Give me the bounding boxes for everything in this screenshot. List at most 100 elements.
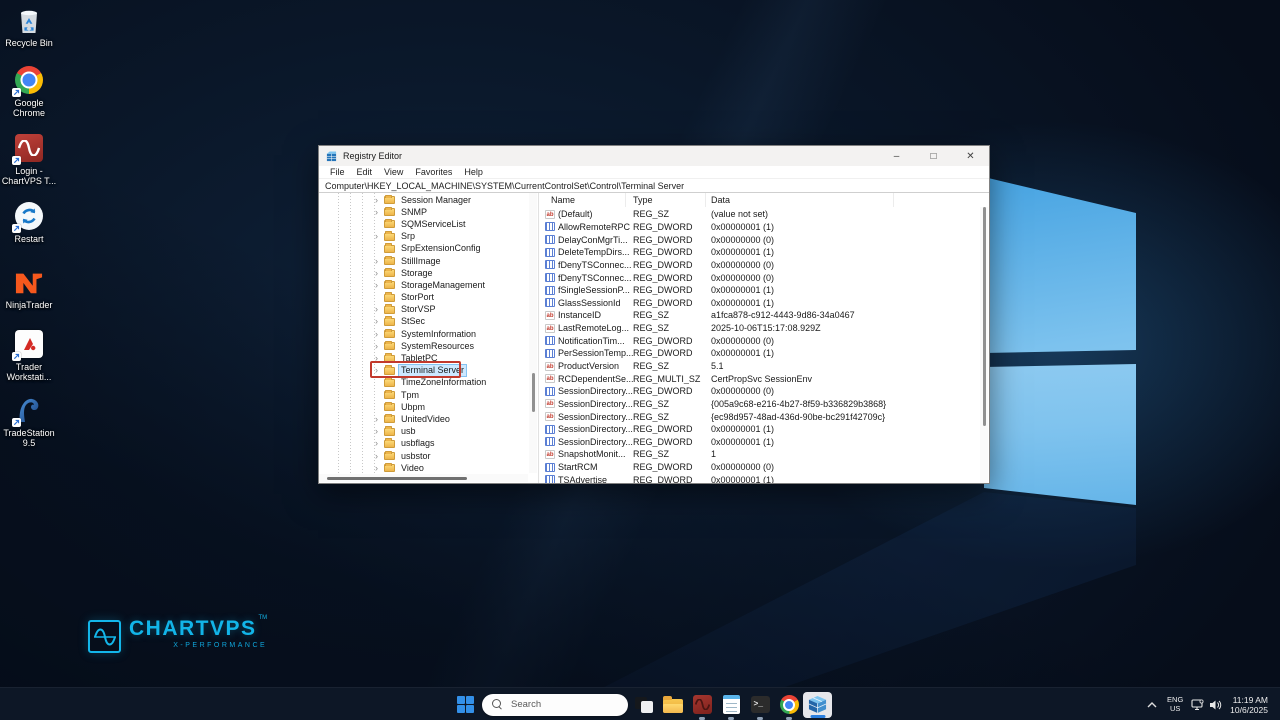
chevron-right-icon[interactable]: › (375, 464, 384, 473)
notepad-button[interactable] (718, 692, 744, 718)
desktop-icon-recycle-bin[interactable]: Recycle Bin (0, 4, 58, 48)
menu-file[interactable]: File (324, 167, 351, 177)
chevron-right-icon[interactable]: › (375, 415, 384, 424)
tree-item-srpextensionconfig[interactable]: SrpExtensionConfig (319, 243, 529, 255)
chevron-right-icon[interactable]: › (375, 305, 384, 314)
tree-item-storagemanagement[interactable]: ›StorageManagement (319, 279, 529, 291)
registry-value-row[interactable]: ab(Default)REG_SZ(value not set) (539, 208, 980, 221)
desktop-icon-tradestation[interactable]: TradeStation 9.5 (0, 394, 58, 448)
clock[interactable]: 11:19 AM 10/6/2025 (1230, 695, 1268, 715)
tree-item-tabletpc[interactable]: ›TabletPC (319, 352, 529, 364)
registry-value-row[interactable]: abSessionDirectory...REG_SZ{ec98d957-48a… (539, 410, 980, 423)
close-button[interactable]: ✕ (952, 146, 989, 166)
tree-item-usbstor[interactable]: ›usbstor (319, 450, 529, 462)
registry-value-row[interactable]: AllowRemoteRPCREG_DWORD0x00000001 (1) (539, 221, 980, 234)
registry-editor-taskbar-button[interactable] (803, 692, 832, 718)
chevron-right-icon[interactable]: › (375, 208, 384, 217)
tree-item-srp[interactable]: ›Srp (319, 231, 529, 243)
registry-tree-pane[interactable]: ›Session Manager›SNMPSQMServiceList›SrpS… (319, 193, 539, 483)
registry-value-row[interactable]: GlassSessionIdREG_DWORD0x00000001 (1) (539, 296, 980, 309)
column-header-name[interactable]: Name (539, 193, 626, 207)
chevron-right-icon[interactable]: › (375, 196, 384, 205)
volume-icon[interactable] (1206, 699, 1224, 711)
chevron-right-icon[interactable]: › (375, 366, 384, 375)
chevron-right-icon[interactable]: › (375, 354, 384, 363)
window-titlebar[interactable]: Registry Editor – □ ✕ (319, 146, 989, 166)
desktop-icon-google-chrome[interactable]: Google Chrome (0, 64, 58, 118)
file-explorer-button[interactable] (660, 692, 686, 718)
tree-item-usbflags[interactable]: ›usbflags (319, 438, 529, 450)
registry-value-row[interactable]: abRCDependentSe...REG_MULTI_SZCertPropSv… (539, 372, 980, 385)
registry-value-row[interactable]: abLastRemoteLog...REG_SZ2025-10-06T15:17… (539, 322, 980, 335)
registry-value-row[interactable]: SessionDirectory...REG_DWORD0x00000000 (… (539, 385, 980, 398)
address-bar[interactable]: Computer\HKEY_LOCAL_MACHINE\SYSTEM\Curre… (319, 179, 989, 193)
chevron-right-icon[interactable]: › (375, 269, 384, 278)
tree-vertical-scrollbar[interactable] (529, 193, 537, 473)
start-button[interactable] (452, 692, 478, 718)
registry-value-row[interactable]: abInstanceIDREG_SZa1fca878-c912-4443-9d8… (539, 309, 980, 322)
chevron-right-icon[interactable]: › (375, 427, 384, 436)
desktop-icon-restart[interactable]: Restart (0, 200, 58, 244)
search-input[interactable]: Search (482, 694, 628, 716)
registry-value-row[interactable]: SessionDirectory...REG_DWORD0x00000001 (… (539, 436, 980, 449)
registry-value-row[interactable]: fDenyTSConnec...REG_DWORD0x00000000 (0) (539, 271, 980, 284)
tree-item-storage[interactable]: ›Storage (319, 267, 529, 279)
chevron-right-icon[interactable]: › (375, 342, 384, 351)
chrome-button[interactable] (776, 692, 802, 718)
hidden-icons-chevron[interactable] (1142, 702, 1162, 708)
tree-item-usb[interactable]: ›usb (319, 426, 529, 438)
tree-item-terminal-server[interactable]: ›Terminal Server (319, 365, 529, 377)
desktop-icon-login-chartvps[interactable]: Login - ChartVPS T... (0, 132, 58, 186)
tree-item-storport[interactable]: StorPort (319, 292, 529, 304)
registry-values-pane[interactable]: Name Type Data ab(Default)REG_SZ(value n… (539, 193, 989, 483)
menu-help[interactable]: Help (458, 167, 489, 177)
menu-favorites[interactable]: Favorites (409, 167, 458, 177)
minimize-button[interactable]: – (878, 146, 915, 166)
chevron-right-icon[interactable]: › (375, 232, 384, 241)
tree-horizontal-scrollbar[interactable] (319, 474, 528, 482)
tree-item-session-manager[interactable]: ›Session Manager (319, 194, 529, 206)
list-vertical-scrollbar[interactable] (980, 207, 988, 483)
network-icon[interactable] (1188, 699, 1206, 711)
tree-item-systeminformation[interactable]: ›SystemInformation (319, 328, 529, 340)
desktop-icon-ninjatrader[interactable]: NinjaTrader (0, 266, 58, 310)
registry-value-row[interactable]: DeleteTempDirs...REG_DWORD0x00000001 (1) (539, 246, 980, 259)
registry-value-row[interactable]: abProductVersionREG_SZ5.1 (539, 360, 980, 373)
language-indicator[interactable]: ENG US (1162, 696, 1188, 713)
tree-item-unitedvideo[interactable]: ›UnitedVideo (319, 413, 529, 425)
chevron-right-icon[interactable]: › (375, 452, 384, 461)
tree-item-stillimage[interactable]: ›StillImage (319, 255, 529, 267)
tree-item-storvsp[interactable]: ›StorVSP (319, 304, 529, 316)
tree-item-video[interactable]: ›Video (319, 462, 529, 474)
menu-view[interactable]: View (378, 167, 409, 177)
tree-item-sqmservicelist[interactable]: SQMServiceList (319, 218, 529, 230)
registry-value-row[interactable]: fSingleSessionP...REG_DWORD0x00000001 (1… (539, 284, 980, 297)
registry-value-row[interactable]: fDenyTSConnec...REG_DWORD0x00000000 (0) (539, 259, 980, 272)
chevron-right-icon[interactable]: › (375, 317, 384, 326)
registry-value-row[interactable]: TSAdvertiseREG_DWORD0x00000001 (1) (539, 473, 980, 483)
tree-item-timezoneinformation[interactable]: TimeZoneInformation (319, 377, 529, 389)
chevron-right-icon[interactable]: › (375, 330, 384, 339)
tree-item-snmp[interactable]: ›SNMP (319, 206, 529, 218)
task-view-button[interactable] (631, 692, 657, 718)
registry-value-row[interactable]: NotificationTim...REG_DWORD0x00000000 (0… (539, 334, 980, 347)
column-header-type[interactable]: Type (626, 193, 706, 207)
tree-item-stsec[interactable]: ›StSec (319, 316, 529, 328)
registry-value-row[interactable]: PerSessionTemp...REG_DWORD0x00000001 (1) (539, 347, 980, 360)
menu-edit[interactable]: Edit (351, 167, 379, 177)
chevron-right-icon[interactable]: › (375, 439, 384, 448)
registry-value-row[interactable]: abSnapshotMonit...REG_SZ1 (539, 448, 980, 461)
desktop-icon-trader-workstation[interactable]: Trader Workstati... (0, 328, 58, 382)
terminal-button[interactable]: >_ (747, 692, 773, 718)
column-header-data[interactable]: Data (706, 193, 894, 207)
tree-item-systemresources[interactable]: ›SystemResources (319, 340, 529, 352)
registry-value-row[interactable]: DelayConMgrTi...REG_DWORD0x00000000 (0) (539, 233, 980, 246)
chartvps-app-button[interactable] (689, 692, 715, 718)
chevron-right-icon[interactable]: › (375, 257, 384, 266)
tree-item-tpm[interactable]: Tpm (319, 389, 529, 401)
registry-value-row[interactable]: SessionDirectory...REG_DWORD0x00000001 (… (539, 423, 980, 436)
chevron-right-icon[interactable]: › (375, 281, 384, 290)
registry-value-row[interactable]: StartRCMREG_DWORD0x00000000 (0) (539, 461, 980, 474)
registry-value-row[interactable]: abSessionDirectory...REG_SZ{005a9c68-e21… (539, 398, 980, 411)
maximize-button[interactable]: □ (915, 146, 952, 166)
